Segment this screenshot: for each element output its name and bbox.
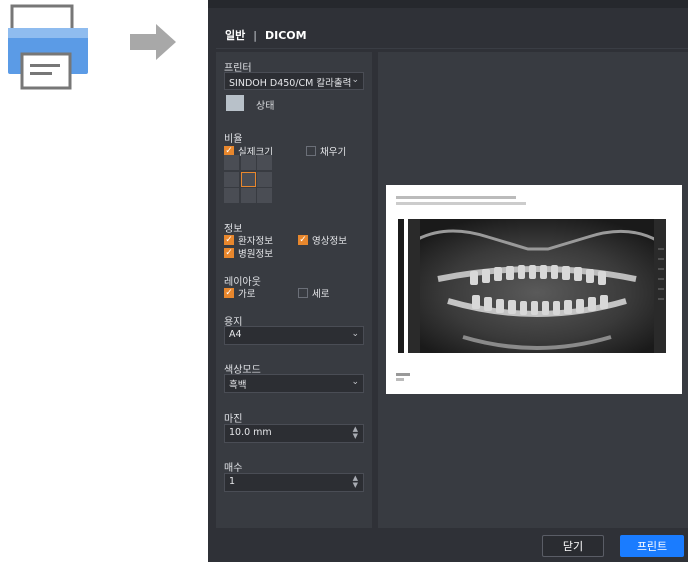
- portrait-checkbox[interactable]: 세로: [298, 286, 329, 300]
- chevron-down-icon: ⌄: [351, 329, 359, 339]
- printer-icon: [4, 4, 92, 90]
- align-middle-center[interactable]: [240, 171, 256, 187]
- checkbox-checked-icon: ✓: [298, 235, 308, 245]
- hospital-info-label: 병원정보: [238, 249, 273, 260]
- align-middle-left[interactable]: [224, 171, 239, 187]
- align-bottom-center[interactable]: [240, 188, 256, 203]
- printer-select-value: SINDOH D450/CM 칼라출력: [229, 78, 352, 89]
- fill-checkbox[interactable]: 채우기: [306, 144, 346, 158]
- tab-general[interactable]: 일반: [225, 27, 245, 43]
- preview-header-line: [396, 196, 516, 199]
- printer-status-indicator: [226, 95, 244, 111]
- tabs-divider: [216, 48, 688, 49]
- checkbox-unchecked-icon: [306, 146, 316, 156]
- tab-dicom[interactable]: DICOM: [265, 29, 307, 42]
- align-bottom-left[interactable]: [224, 188, 239, 203]
- image-info-label: 영상정보: [312, 236, 347, 247]
- margin-label: 마진: [224, 414, 243, 425]
- arrow-right-icon: [128, 24, 180, 60]
- landscape-checkbox[interactable]: ✓ 가로: [224, 286, 255, 300]
- ratio-label: 비율: [224, 134, 243, 145]
- preview-header-line: [396, 202, 526, 205]
- close-button[interactable]: 닫기: [542, 535, 604, 557]
- preview-footer-line: [396, 373, 410, 376]
- color-mode-select-value: 흑백: [229, 380, 247, 391]
- spinner-arrows-icon[interactable]: ▲ ▼: [353, 426, 358, 440]
- checkbox-checked-icon: ✓: [224, 248, 234, 258]
- patient-info-label: 환자정보: [238, 236, 273, 247]
- panoramic-xray-image: [408, 219, 666, 353]
- checkbox-unchecked-icon: [298, 288, 308, 298]
- chevron-down-icon: ⌄: [351, 75, 359, 85]
- dialog-footer: [208, 528, 688, 562]
- preview-panel: [378, 52, 688, 528]
- checkbox-checked-icon: ✓: [224, 288, 234, 298]
- tab-separator: |: [253, 28, 257, 42]
- hospital-info-checkbox[interactable]: ✓ 병원정보: [224, 246, 273, 260]
- spinner-arrows-icon[interactable]: ▲ ▼: [353, 475, 358, 489]
- dialog-title-bar: [208, 0, 688, 8]
- checkbox-checked-icon: ✓: [224, 235, 234, 245]
- fill-label: 채우기: [320, 147, 347, 158]
- align-top-right[interactable]: [257, 155, 272, 170]
- margin-input-value: 10.0 mm: [229, 427, 272, 438]
- image-info-checkbox[interactable]: ✓ 영상정보: [298, 233, 347, 247]
- alignment-grid: [224, 155, 272, 203]
- portrait-label: 세로: [312, 289, 330, 300]
- print-preview-page: [386, 185, 682, 394]
- tab-bar: 일반 | DICOM: [225, 27, 307, 43]
- paper-select-value: A4: [229, 329, 242, 340]
- print-dialog: 일반 | DICOM 프린터 SINDOH D450/CM 칼라출력 ⌄ 상태 …: [208, 0, 688, 562]
- settings-panel: 프린터 SINDOH D450/CM 칼라출력 ⌄ 상태 비율 ✓ 실제크기 채…: [216, 52, 372, 528]
- printer-status-label: 상태: [256, 101, 275, 112]
- copies-input-value: 1: [229, 476, 236, 487]
- preview-side-strip: [398, 219, 404, 353]
- align-top-center[interactable]: [240, 155, 256, 170]
- color-mode-select[interactable]: 흑백 ⌄: [224, 374, 364, 393]
- align-middle-right[interactable]: [257, 171, 272, 187]
- landscape-label: 가로: [238, 289, 256, 300]
- align-top-left[interactable]: [224, 155, 239, 170]
- patient-info-checkbox[interactable]: ✓ 환자정보: [224, 233, 273, 247]
- align-bottom-right[interactable]: [257, 188, 272, 203]
- margin-input[interactable]: 10.0 mm ▲ ▼: [224, 424, 364, 443]
- paper-select[interactable]: A4 ⌄: [224, 326, 364, 345]
- print-button[interactable]: 프린트: [620, 535, 684, 557]
- copies-label: 매수: [224, 463, 243, 474]
- preview-footer-line: [396, 378, 404, 381]
- printer-select[interactable]: SINDOH D450/CM 칼라출력 ⌄: [224, 72, 364, 90]
- chevron-down-icon: ⌄: [351, 377, 359, 387]
- copies-input[interactable]: 1 ▲ ▼: [224, 473, 364, 492]
